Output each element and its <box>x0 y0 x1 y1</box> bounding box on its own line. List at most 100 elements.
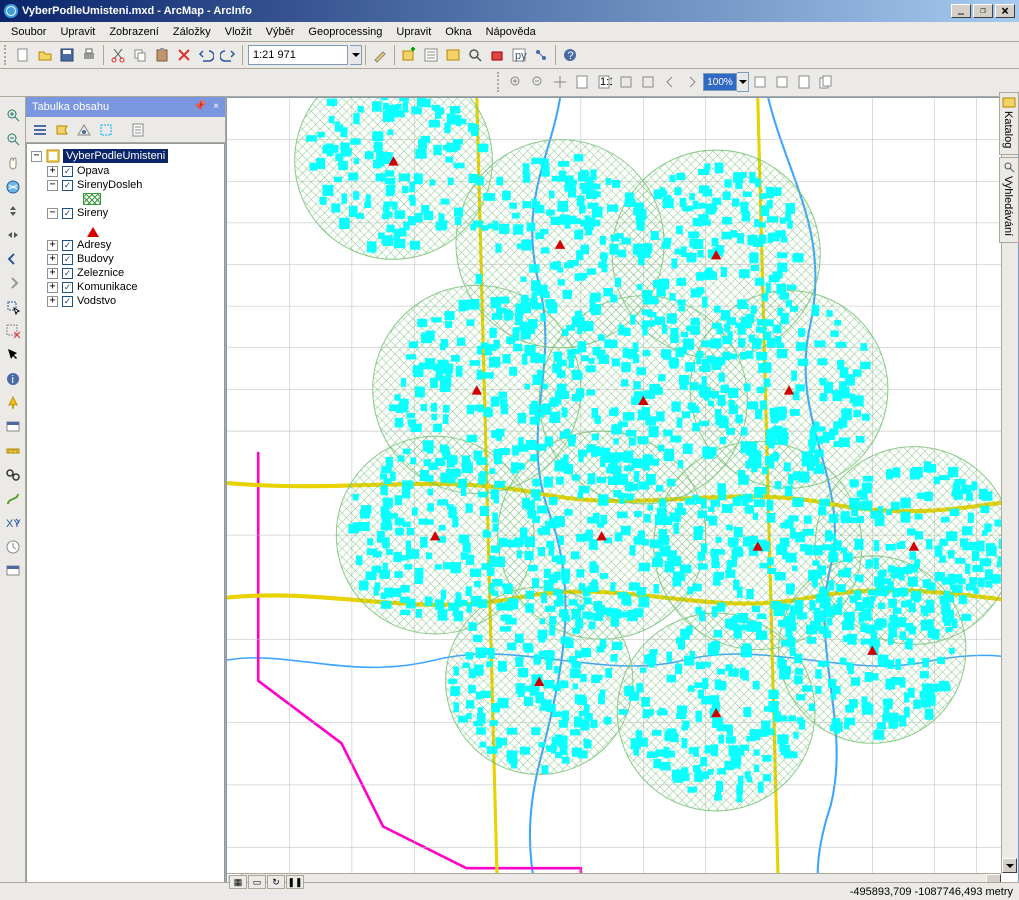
layout-forward-button[interactable] <box>681 71 703 93</box>
expand-icon[interactable]: − <box>31 151 42 162</box>
layout-zoom-in-button[interactable] <box>505 71 527 93</box>
focus-dataframe-button[interactable] <box>771 71 793 93</box>
list-by-visibility-button[interactable] <box>74 120 94 140</box>
expand-icon[interactable]: + <box>47 240 58 251</box>
menu-upravit2[interactable]: Upravit <box>389 24 438 40</box>
menu-napoveda[interactable]: Nápověda <box>479 24 543 40</box>
layer-row-sirenydosleh[interactable]: −SirenyDosleh <box>31 178 220 192</box>
copy-button[interactable] <box>129 44 151 66</box>
checkbox-icon[interactable] <box>62 282 73 293</box>
layer-row-sireny[interactable]: −Sireny <box>31 206 220 220</box>
back-extent-tool[interactable] <box>2 248 24 270</box>
layer-row-adresy[interactable]: +Adresy <box>31 238 220 252</box>
layout-zoom-out-button[interactable] <box>527 71 549 93</box>
checkbox-icon[interactable] <box>62 166 73 177</box>
checkbox-icon[interactable] <box>62 296 73 307</box>
toggle-draft-button[interactable] <box>749 71 771 93</box>
delete-button[interactable] <box>173 44 195 66</box>
refresh-button[interactable]: ↻ <box>267 875 285 889</box>
measure-tool[interactable] <box>2 440 24 462</box>
search-button[interactable] <box>464 44 486 66</box>
pan-tool[interactable] <box>2 152 24 174</box>
zoom-out-tool[interactable] <box>2 128 24 150</box>
editor-toolbar-button[interactable] <box>369 44 391 66</box>
fixed-zoom-out-tool[interactable] <box>2 224 24 246</box>
minimize-button[interactable] <box>951 4 971 18</box>
menu-geoprocessing[interactable]: Geoprocessing <box>301 24 389 40</box>
layout-fixed-zoom-in-button[interactable] <box>615 71 637 93</box>
layout-zoom-value[interactable]: 100% <box>703 73 737 91</box>
maximize-button[interactable] <box>973 4 993 18</box>
redo-button[interactable] <box>217 44 239 66</box>
menu-soubor[interactable]: Soubor <box>4 24 53 40</box>
expand-icon[interactable]: + <box>47 166 58 177</box>
checkbox-icon[interactable] <box>62 254 73 265</box>
search-tab[interactable]: Vyhledávání <box>999 157 1019 243</box>
layer-row-zeleznice[interactable]: +Zeleznice <box>31 266 220 280</box>
hyperlink-tool[interactable] <box>2 392 24 414</box>
menu-upravit[interactable]: Upravit <box>53 24 102 40</box>
change-layout-button[interactable] <box>793 71 815 93</box>
python-button[interactable]: py <box>508 44 530 66</box>
clear-selection-tool[interactable] <box>2 320 24 342</box>
data-view-tab[interactable]: ▦ <box>229 875 247 889</box>
save-button[interactable] <box>56 44 78 66</box>
expand-icon[interactable]: − <box>47 208 58 219</box>
checkbox-icon[interactable] <box>62 208 73 219</box>
data-driven-pages-button[interactable] <box>815 71 837 93</box>
arctoolbox-button[interactable] <box>486 44 508 66</box>
new-button[interactable] <box>12 44 34 66</box>
toc-tree[interactable]: − VyberPodleUmisteni +Opava−SirenyDosleh… <box>26 143 225 891</box>
scroll-down-button[interactable] <box>1002 858 1017 873</box>
expand-icon[interactable]: + <box>47 282 58 293</box>
zoom-in-tool[interactable] <box>2 104 24 126</box>
expand-icon[interactable]: + <box>47 268 58 279</box>
select-features-tool[interactable] <box>2 296 24 318</box>
undo-button[interactable] <box>195 44 217 66</box>
html-popup-tool[interactable] <box>2 416 24 438</box>
map-view[interactable]: ▦ ▭ ↻ ❚❚ <box>226 97 1019 891</box>
scale-dropdown[interactable] <box>350 45 362 65</box>
layout-pan-button[interactable] <box>549 71 571 93</box>
expand-icon[interactable]: − <box>47 180 58 191</box>
layer-row-komunikace[interactable]: +Komunikace <box>31 280 220 294</box>
toc-pin-icon[interactable]: 📌 <box>193 99 207 113</box>
fixed-zoom-in-tool[interactable] <box>2 200 24 222</box>
list-by-selection-button[interactable] <box>96 120 116 140</box>
layer-row-budovy[interactable]: +Budovy <box>31 252 220 266</box>
full-extent-tool[interactable] <box>2 176 24 198</box>
layout-100-button[interactable]: 1:1 <box>593 71 615 93</box>
layer-row-opava[interactable]: +Opava <box>31 164 220 178</box>
goto-xy-tool[interactable]: XY <box>2 512 24 534</box>
layout-back-button[interactable] <box>659 71 681 93</box>
toc-close-icon[interactable]: × <box>209 99 223 113</box>
identify-tool[interactable]: i <box>2 368 24 390</box>
close-button[interactable] <box>995 4 1015 18</box>
toc-options-button[interactable] <box>128 120 148 140</box>
menu-vlozit[interactable]: Vložit <box>218 24 259 40</box>
menu-zalozky[interactable]: Záložky <box>166 24 218 40</box>
find-route-tool[interactable] <box>2 488 24 510</box>
list-by-drawing-order-button[interactable] <box>30 120 50 140</box>
open-button[interactable] <box>34 44 56 66</box>
menu-okna[interactable]: Okna <box>438 24 478 40</box>
layout-fixed-zoom-out-button[interactable] <box>637 71 659 93</box>
menu-zobrazeni[interactable]: Zobrazení <box>102 24 166 40</box>
expand-icon[interactable]: + <box>47 254 58 265</box>
layer-row-vodstvo[interactable]: +Vodstvo <box>31 294 220 308</box>
select-elements-tool[interactable] <box>2 344 24 366</box>
toc-title-bar[interactable]: Tabulka obsahu 📌 × <box>26 97 225 117</box>
layout-zoom-dropdown[interactable] <box>737 72 749 92</box>
catalog-button[interactable] <box>442 44 464 66</box>
toolbar2-grip[interactable] <box>497 72 502 92</box>
list-by-source-button[interactable] <box>52 120 72 140</box>
modelbuilder-button[interactable] <box>530 44 552 66</box>
catalog-tab[interactable]: Katalog <box>999 92 1019 155</box>
pause-drawing-button[interactable]: ❚❚ <box>286 875 304 889</box>
forward-extent-tool[interactable] <box>2 272 24 294</box>
time-slider-tool[interactable] <box>2 536 24 558</box>
checkbox-icon[interactable] <box>62 180 73 191</box>
checkbox-icon[interactable] <box>62 240 73 251</box>
add-data-button[interactable] <box>398 44 420 66</box>
toolbar-grip[interactable] <box>4 45 9 65</box>
